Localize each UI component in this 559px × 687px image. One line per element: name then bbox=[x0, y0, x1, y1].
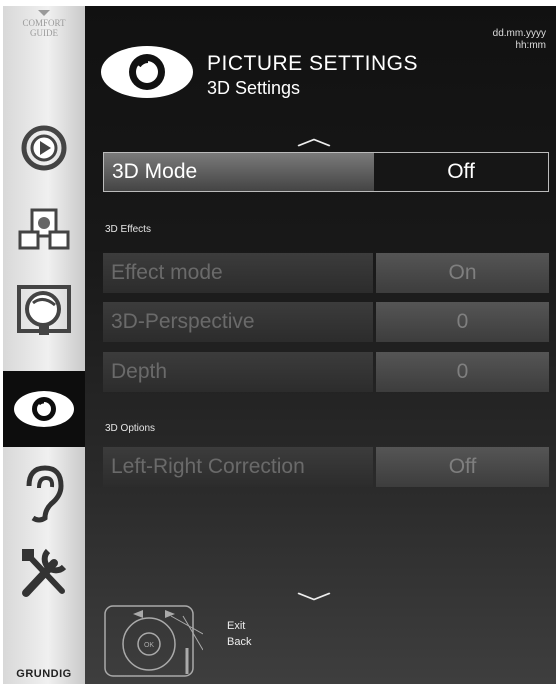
sidebar-item-picture[interactable] bbox=[3, 371, 85, 447]
date-text: dd.mm.yyyy bbox=[492, 28, 546, 39]
row-label: Depth bbox=[103, 352, 373, 392]
sidebar-item-settings[interactable] bbox=[3, 541, 85, 605]
tools-icon bbox=[22, 548, 67, 597]
scroll-up-icon[interactable]: ︿ bbox=[296, 120, 331, 152]
row-value: Off bbox=[376, 447, 549, 487]
back-label: Back bbox=[227, 636, 252, 648]
row-value: 0 bbox=[376, 302, 549, 342]
satellite-icon bbox=[17, 285, 71, 335]
scroll-down-icon[interactable]: ﹀ bbox=[296, 586, 331, 618]
row-depth: Depth 0 bbox=[103, 352, 549, 392]
brand-logo: GRUNDIG bbox=[16, 668, 72, 680]
row-value: 0 bbox=[376, 352, 549, 392]
row-label: Effect mode bbox=[103, 253, 373, 293]
datetime: dd.mm.yyyy hh:mm bbox=[493, 28, 546, 52]
main-panel: dd.mm.yyyy hh:mm PICTURE SETTINGS 3D Set… bbox=[85, 6, 556, 684]
sidebar-item-satellite[interactable] bbox=[3, 276, 85, 346]
row-label: 3D-Perspective bbox=[103, 302, 373, 342]
remote-navigation-icon: OK bbox=[104, 605, 203, 677]
installation-icon bbox=[18, 208, 70, 250]
source-icon bbox=[21, 125, 67, 171]
tv-screen: COMFORT GUIDE GRUNDIG dd.mm.yyyy hh:mm P… bbox=[3, 6, 556, 684]
row-3d-mode[interactable]: 3D Mode Off bbox=[103, 152, 549, 192]
sidebar-item-installation[interactable] bbox=[3, 201, 85, 261]
sidebar-item-sound[interactable] bbox=[3, 458, 85, 528]
exit-label: Exit bbox=[227, 620, 246, 632]
row-label: Left-Right Correction bbox=[103, 447, 373, 487]
page-subtitle: 3D Settings bbox=[207, 78, 301, 98]
row-value: Off bbox=[374, 153, 548, 191]
row-label: 3D Mode bbox=[104, 153, 374, 191]
comfort-guide[interactable]: COMFORT GUIDE bbox=[11, 10, 77, 38]
row-value: On bbox=[376, 253, 549, 293]
comfort-guide-label: COMFORT GUIDE bbox=[22, 18, 66, 38]
ear-icon bbox=[26, 465, 64, 523]
page-title: PICTURE SETTINGS bbox=[207, 52, 419, 75]
sidebar: COMFORT GUIDE GRUNDIG bbox=[3, 6, 85, 684]
triangle-down-icon bbox=[38, 10, 50, 16]
sidebar-item-source[interactable] bbox=[3, 118, 85, 178]
time-text: hh:mm bbox=[515, 40, 546, 51]
picture-eye-icon bbox=[101, 46, 193, 98]
row-3d-perspective: 3D-Perspective 0 bbox=[103, 302, 549, 342]
section-3d-effects: 3D Effects bbox=[105, 224, 151, 235]
eye-icon bbox=[14, 391, 74, 427]
ok-label: OK bbox=[144, 642, 154, 649]
row-left-right-correction: Left-Right Correction Off bbox=[103, 447, 549, 487]
row-effect-mode: Effect mode On bbox=[103, 253, 549, 293]
section-3d-options: 3D Options bbox=[105, 423, 156, 434]
